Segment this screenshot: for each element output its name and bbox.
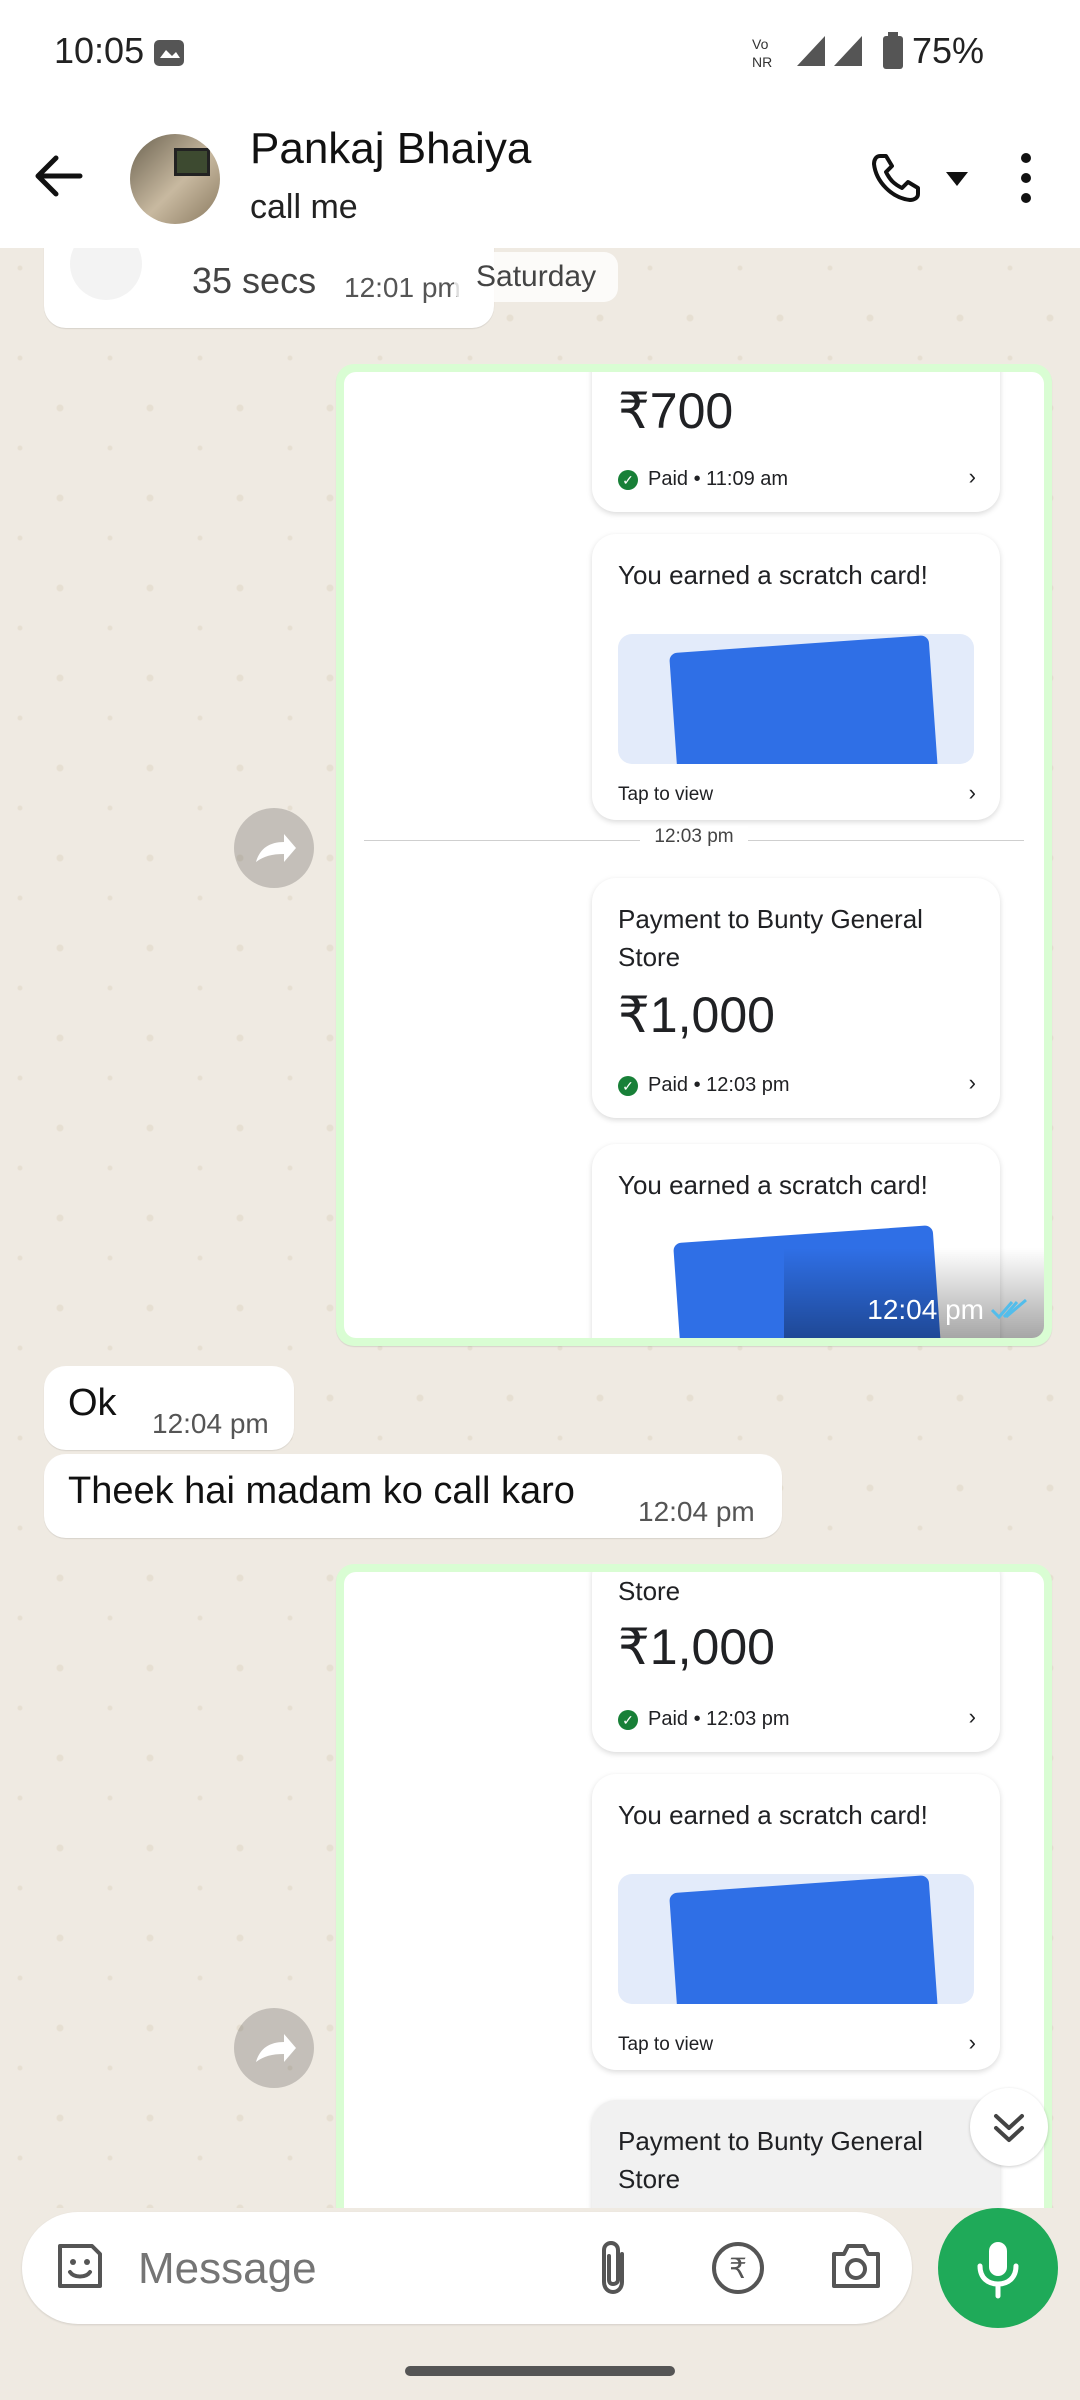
payment-title-line1: Payment to Bunty General (618, 904, 923, 934)
scratch-card-image (618, 634, 974, 764)
scratch-title: You earned a scratch card! (618, 1800, 928, 1830)
voice-call-icon[interactable] (868, 150, 924, 206)
payment-card-1000: Payment to Bunty General Store ₹1,000 ✓ … (592, 878, 1000, 1118)
camera-icon[interactable] (828, 2240, 884, 2292)
voice-message-button[interactable] (938, 2208, 1058, 2328)
chevron-right-icon: › (968, 780, 976, 805)
message-text: Ok (68, 1382, 117, 1424)
scratch-card-graphic (669, 635, 939, 764)
forward-button-2[interactable] (234, 2008, 314, 2088)
double-chevron-down-icon (994, 2114, 1024, 2142)
time-divider: 12:03 pm (364, 826, 1024, 856)
photo-notification-icon (154, 40, 184, 66)
svg-text:Vo: Vo (752, 36, 769, 52)
paid-status-row: ✓ Paid • 11:09 am (618, 468, 788, 491)
message-text: Theek hai madam ko call karo (68, 1470, 575, 1512)
status-time: 10:05 (54, 30, 145, 71)
read-receipt-icon (990, 1298, 1027, 1320)
payment-amount: ₹1,000 (618, 1619, 775, 1675)
check-icon: ✓ (618, 469, 638, 490)
scratch-title: You earned a scratch card! (618, 1170, 928, 1200)
gesture-nav-bar[interactable] (405, 2366, 675, 2376)
scratch-card-panel: You earned a scratch card! Tap to view › (592, 1774, 1000, 2070)
divider-time: 12:03 pm (640, 826, 748, 847)
payment-card-1000: Store ₹1,000 ✓ Paid • 12:03 pm › (592, 1572, 1000, 1752)
payment-title-line2: Store (618, 1576, 681, 1606)
sticker-emoji-icon[interactable] (52, 2238, 108, 2294)
scroll-to-bottom-button[interactable] (970, 2088, 1048, 2166)
call-icon-circle (70, 248, 142, 300)
contact-name[interactable]: Pankaj Bhaiya (250, 124, 531, 174)
call-log-bubble[interactable]: 35 secs 12:01 pm (44, 248, 494, 328)
message-time: 12:04 pm (152, 1408, 269, 1439)
image-time: 12:04 pm (867, 1294, 984, 1325)
day-chip: Saturday (454, 252, 619, 302)
battery-icon (883, 32, 903, 69)
svg-text:NR: NR (752, 54, 772, 70)
scratch-card-image (618, 1874, 974, 2004)
payment-amount: ₹700 (618, 383, 734, 439)
chevron-right-icon: › (968, 1704, 976, 1729)
payment-card-partial: Payment to Bunty General Store (592, 2100, 1000, 2208)
screenshot-image-1[interactable]: ₹700 ✓ Paid • 11:09 am › You earned a sc… (344, 372, 1044, 1338)
call-duration: 35 secs (192, 260, 317, 301)
scratch-card-panel: You earned a scratch card! Tap to view › (592, 534, 1000, 820)
volte-nr-icon: Vo NR (752, 36, 772, 70)
forward-icon (256, 2034, 296, 2062)
call-options-dropdown-icon[interactable] (944, 170, 970, 188)
contact-status[interactable]: call me (250, 188, 358, 227)
attach-icon[interactable] (592, 2238, 636, 2298)
screenshot-image-2[interactable]: Store ₹1,000 ✓ Paid • 12:03 pm › You ear… (344, 1572, 1044, 2208)
paid-status-row: ✓ Paid • 12:03 pm (618, 1074, 790, 1097)
message-call[interactable]: Theek hai madam ko call karo 12:04 pm (44, 1454, 782, 1538)
signal-icon-2 (834, 36, 862, 66)
more-options-icon[interactable] (1016, 152, 1036, 204)
avatar[interactable] (130, 134, 220, 224)
tap-to-view: Tap to view (618, 2034, 714, 2055)
chevron-right-icon: › (968, 1070, 976, 1095)
message-time: 12:04 pm (638, 1496, 755, 1527)
message-input[interactable] (136, 2236, 570, 2302)
payment-rupee-icon[interactable]: ₹ (710, 2240, 766, 2296)
paid-status: Paid • 11:09 am (648, 468, 789, 490)
chevron-right-icon: › (968, 2030, 976, 2055)
signal-icon (797, 36, 825, 66)
scratch-title: You earned a scratch card! (618, 560, 928, 590)
battery-percent: 75% (912, 30, 985, 71)
paid-status-row: ✓ Paid • 12:03 pm (618, 1708, 790, 1731)
payment-card-700: ₹700 ✓ Paid • 11:09 am › (592, 372, 1000, 512)
image-message-1[interactable]: ₹700 ✓ Paid • 11:09 am › You earned a sc… (336, 364, 1052, 1346)
tap-to-view: Tap to view (618, 784, 714, 805)
chat-area[interactable]: 35 secs 12:01 pm Saturday ₹700 ✓ Paid • … (0, 248, 1080, 2208)
check-icon: ✓ (618, 1075, 638, 1096)
forward-button-1[interactable] (234, 808, 314, 888)
call-time: 12:01 pm (344, 272, 461, 303)
scratch-card-graphic (669, 1875, 939, 2004)
check-icon: ✓ (618, 1709, 638, 1730)
forward-icon (256, 834, 296, 862)
paid-status: Paid • 12:03 pm (648, 1074, 790, 1096)
message-ok[interactable]: Ok 12:04 pm (44, 1366, 294, 1450)
payment-title-line1: Payment to Bunty General (618, 2126, 923, 2156)
svg-text:₹: ₹ (729, 2252, 747, 2285)
chevron-right-icon: › (968, 464, 976, 489)
image-message-2[interactable]: Store ₹1,000 ✓ Paid • 12:03 pm › You ear… (336, 1564, 1052, 2208)
paid-status: Paid • 12:03 pm (648, 1708, 790, 1730)
payment-amount: ₹1,000 (618, 987, 775, 1043)
microphone-icon (977, 2242, 1019, 2299)
payment-title-line2: Store (618, 2164, 681, 2194)
payment-title-line2: Store (618, 942, 681, 972)
back-arrow-icon[interactable] (34, 154, 84, 198)
